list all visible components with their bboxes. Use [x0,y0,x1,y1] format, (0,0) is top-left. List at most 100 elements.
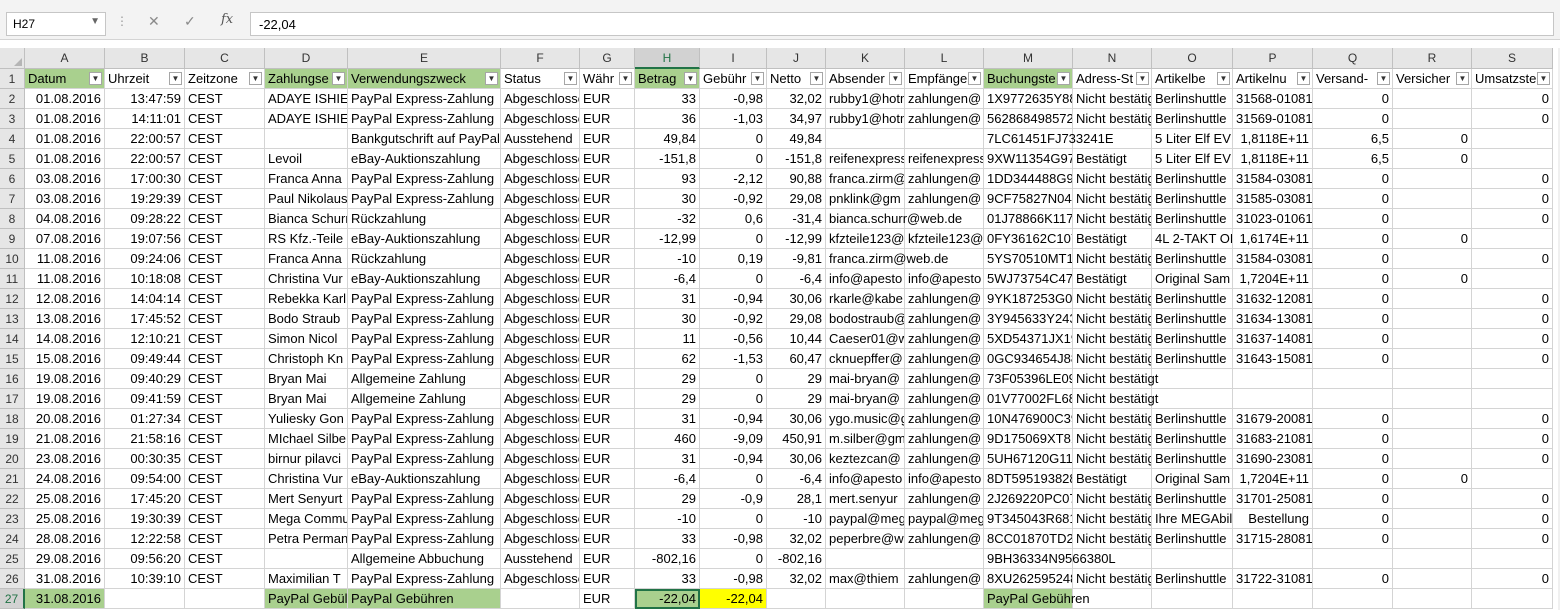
cell-d2[interactable]: ADAYE ISHIEK [265,89,348,109]
cell-s13[interactable]: 0 [1472,309,1553,329]
cell-g19[interactable]: EUR [580,429,635,449]
row-header-11[interactable]: 11 [0,269,25,289]
cell-c4[interactable]: CEST [185,129,265,149]
cell-q7[interactable]: 0 [1313,189,1393,209]
cell-g26[interactable]: EUR [580,569,635,589]
row-header-19[interactable]: 19 [0,429,25,449]
cell-m14[interactable]: 5XD54371JX19 [984,329,1073,349]
cell-b4[interactable]: 22:00:57 [105,129,185,149]
row-header-21[interactable]: 21 [0,469,25,489]
cell-g23[interactable]: EUR [580,509,635,529]
cell-i12[interactable]: -0,94 [700,289,767,309]
cell-j3[interactable]: 34,97 [767,109,826,129]
cell-o26[interactable]: Berlinshuttle [1152,569,1233,589]
cell-q24[interactable]: 0 [1313,529,1393,549]
cell-q17[interactable] [1313,389,1393,409]
cell-j10[interactable]: -9,81 [767,249,826,269]
cell-e23[interactable]: PayPal Express-Zahlung [348,509,501,529]
cell-f16[interactable]: Abgeschlossen [501,369,580,389]
cell-e5[interactable]: eBay-Auktionszahlung [348,149,501,169]
cell-b6[interactable]: 17:00:30 [105,169,185,189]
row-header-26[interactable]: 26 [0,569,25,589]
cell-d17[interactable]: Bryan Mai [265,389,348,409]
cell-e18[interactable]: PayPal Express-Zahlung [348,409,501,429]
cell-j25[interactable]: -802,16 [767,549,826,569]
filter-dropdown-icon[interactable]: ▼ [1377,72,1390,85]
cell-g24[interactable]: EUR [580,529,635,549]
cell-k16[interactable]: mai-bryan@ [826,369,905,389]
cell-m26[interactable]: 8XU262595248 [984,569,1073,589]
filter-dropdown-icon[interactable]: ▼ [1456,72,1469,85]
cell-f3[interactable]: Abgeschlossen [501,109,580,129]
cell-j15[interactable]: 60,47 [767,349,826,369]
column-title-d[interactable]: Zahlungse ▼ [265,69,348,89]
cell-e14[interactable]: PayPal Express-Zahlung [348,329,501,349]
cell-m12[interactable]: 9YK187253G07 [984,289,1073,309]
row-header-5[interactable]: 5 [0,149,25,169]
cell-s25[interactable] [1472,549,1553,569]
cell-f11[interactable]: Abgeschlossen [501,269,580,289]
cell-h24[interactable]: 33 [635,529,700,549]
cell-d4[interactable] [265,129,348,149]
cell-n21[interactable]: Bestätigt [1073,469,1152,489]
cell-o2[interactable]: Berlinshuttle [1152,89,1233,109]
cell-o13[interactable]: Berlinshuttle [1152,309,1233,329]
cell-r24[interactable] [1393,529,1472,549]
cell-k21[interactable]: info@apesto [826,469,905,489]
cell-c16[interactable]: CEST [185,369,265,389]
cell-f5[interactable]: Abgeschlossen [501,149,580,169]
cell-r15[interactable] [1393,349,1472,369]
cell-e17[interactable]: Allgemeine Zahlung [348,389,501,409]
filter-dropdown-icon[interactable]: ▼ [485,72,498,85]
cell-p13[interactable]: 31634-13081 [1233,309,1313,329]
cell-n9[interactable]: Bestätigt [1073,229,1152,249]
cell-m23[interactable]: 9T345043R681 [984,509,1073,529]
cell-d13[interactable]: Bodo Straub [265,309,348,329]
cell-e2[interactable]: PayPal Express-Zahlung [348,89,501,109]
column-title-q[interactable]: Versand- ▼ [1313,69,1393,89]
cell-p22[interactable]: 31701-25081 [1233,489,1313,509]
cell-s21[interactable] [1472,469,1553,489]
cell-b23[interactable]: 19:30:39 [105,509,185,529]
cell-d19[interactable]: MIchael Silbe [265,429,348,449]
cell-p14[interactable]: 31637-14081 [1233,329,1313,349]
cell-o10[interactable]: Berlinshuttle [1152,249,1233,269]
row-header-20[interactable]: 20 [0,449,25,469]
cell-d16[interactable]: Bryan Mai [265,369,348,389]
cell-g10[interactable]: EUR [580,249,635,269]
cell-m18[interactable]: 10N476900C39 [984,409,1073,429]
formula-input[interactable]: -22,04 [250,12,1554,36]
cell-m11[interactable]: 5WJ73754C476 [984,269,1073,289]
cell-o27[interactable] [1152,589,1233,609]
cell-g6[interactable]: EUR [580,169,635,189]
filter-dropdown-icon[interactable]: ▼ [1136,72,1149,85]
column-header-q[interactable]: Q [1313,48,1393,69]
cell-n22[interactable]: Nicht bestätigt [1073,489,1152,509]
cell-k13[interactable]: bodostraub@ [826,309,905,329]
filter-dropdown-icon[interactable]: ▼ [619,72,632,85]
cell-g21[interactable]: EUR [580,469,635,489]
cell-h13[interactable]: 30 [635,309,700,329]
cell-k14[interactable]: Caeser01@w [826,329,905,349]
cell-s11[interactable] [1472,269,1553,289]
cell-d14[interactable]: Simon Nicol [265,329,348,349]
column-title-h[interactable]: Betrag ▼ [635,69,700,89]
cell-s2[interactable]: 0 [1472,89,1553,109]
cell-h25[interactable]: -802,16 [635,549,700,569]
cell-k15[interactable]: cknuepffer@ [826,349,905,369]
cell-j27[interactable] [767,589,826,609]
cell-o14[interactable]: Berlinshuttle [1152,329,1233,349]
column-header-n[interactable]: N [1073,48,1152,69]
cell-p4[interactable]: 1,8118E+11 [1233,129,1313,149]
cell-i22[interactable]: -0,9 [700,489,767,509]
cell-r27[interactable] [1393,589,1472,609]
cell-k11[interactable]: info@apesto [826,269,905,289]
cell-a11[interactable]: 11.08.2016 [25,269,105,289]
cell-a6[interactable]: 03.08.2016 [25,169,105,189]
cell-q20[interactable]: 0 [1313,449,1393,469]
column-title-a[interactable]: Datum ▼ [25,69,105,89]
cell-o25[interactable] [1152,549,1233,569]
cell-o24[interactable]: Berlinshuttle [1152,529,1233,549]
cell-b27[interactable] [105,589,185,609]
cell-n2[interactable]: Nicht bestätigt [1073,89,1152,109]
